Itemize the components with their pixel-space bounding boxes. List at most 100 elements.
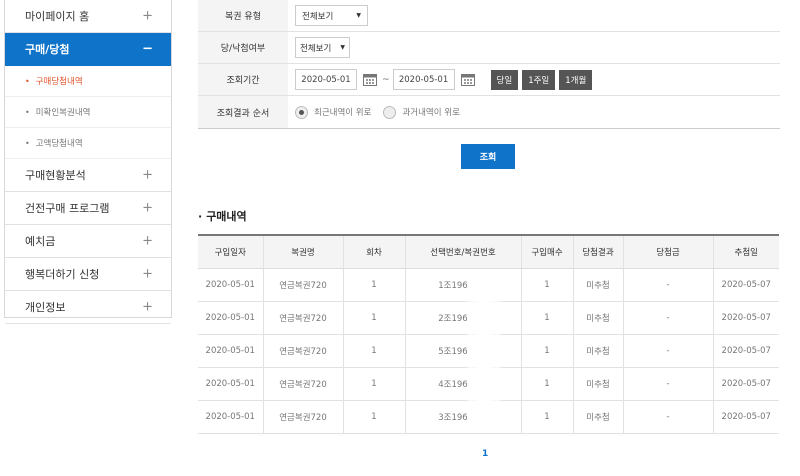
ticket-number: 2조196 <box>438 313 468 324</box>
caret-down-icon: ▼ <box>356 12 361 19</box>
start-date-input[interactable]: 2020-05-01 <box>295 69 357 90</box>
lottery-type-value: 전체보기 <box>302 11 334 22</box>
table-cell: 5조196 <box>404 334 521 368</box>
table-cell: 3조196 <box>404 400 521 434</box>
table-cell: 2020-05-07 <box>712 301 779 335</box>
section-title: · 구매내역 <box>198 208 247 224</box>
pagination-page-1[interactable]: 1 <box>482 449 488 459</box>
table-header: 선택번호/복권번호 <box>404 235 521 269</box>
search-filter-form: 복권 유형 전체보기 ▼ 당/낙첨여부 전체보기 ▼ 조회기간 2020-05-… <box>198 0 780 129</box>
table-cell: 미추첨 <box>572 268 623 302</box>
sidebar-item-happiness-plus[interactable]: 행복더하기 신청 + <box>5 258 171 291</box>
table-cell: 연금복권720 <box>262 268 343 302</box>
filter-row-lottery-type: 복권 유형 전체보기 ▼ <box>198 0 780 32</box>
order-recent-radio[interactable]: 최근내역이 위로 <box>295 105 372 119</box>
order-recent-label: 최근내역이 위로 <box>314 108 372 118</box>
table-cell: 4조196 <box>404 367 521 401</box>
table-cell: 연금복권720 <box>262 301 343 335</box>
minus-icon: − <box>142 41 153 57</box>
sidebar-item-personal-info[interactable]: 개인정보 + <box>5 291 171 324</box>
table-cell: 미추첨 <box>572 334 623 368</box>
order-past-radio[interactable]: 과거내역이 위로 <box>383 105 460 119</box>
table-cell: 2020-05-07 <box>712 367 779 401</box>
ticket-number: 4조196 <box>438 379 468 390</box>
sidebar-item-mypage-home[interactable]: 마이페이지 홈 + <box>5 0 171 33</box>
plus-icon: + <box>142 233 153 249</box>
table-cell: 1 <box>342 301 405 335</box>
table-cell: 2020-05-07 <box>712 400 779 434</box>
table-header: 회차 <box>342 235 405 269</box>
table-cell: 1 <box>520 400 573 434</box>
table-cell: 2020-05-01 <box>198 334 263 368</box>
redaction-mask <box>467 270 501 432</box>
table-cell: 1 <box>342 367 405 401</box>
bullet-icon: • <box>25 107 30 117</box>
calendar-icon[interactable] <box>459 71 477 89</box>
sidebar-item-label: 건전구매 프로그램 <box>25 202 110 215</box>
table-cell: 연금복권720 <box>262 334 343 368</box>
sidebar-subitem-purchase-history[interactable]: • 구매당첨내역 <box>5 66 171 97</box>
table-cell: 2020-05-07 <box>712 334 779 368</box>
table-cell: 2조196 <box>404 301 521 335</box>
sidebar-item-purchase-win[interactable]: 구매/당첨 − <box>5 33 171 66</box>
table-cell: 1 <box>520 268 573 302</box>
table-cell: 연금복권720 <box>262 400 343 434</box>
table-cell: 미추첨 <box>572 367 623 401</box>
sidebar-subitem-label: 구매당첨내역 <box>35 77 83 87</box>
lottery-type-label: 복권 유형 <box>198 0 288 31</box>
filter-row-order: 조회결과 순서 최근내역이 위로 과거내역이 위로 <box>198 96 780 128</box>
table-cell: 2020-05-01 <box>198 400 263 434</box>
bullet-icon: • <box>25 76 30 86</box>
table-cell: 1 <box>342 268 405 302</box>
table-cell: - <box>622 367 713 401</box>
table-cell: 연금복권720 <box>262 367 343 401</box>
table-cell: 미추첨 <box>572 301 623 335</box>
sidebar-item-purchase-analysis[interactable]: 구매현황분석 + <box>5 159 171 192</box>
sidebar-item-label: 마이페이지 홈 <box>25 10 90 23</box>
table-header: 당첨결과 <box>572 235 623 269</box>
table-header: 복권명 <box>262 235 343 269</box>
radio-unchecked-icon <box>383 105 397 119</box>
table-cell: 1 <box>520 301 573 335</box>
plus-icon: + <box>142 200 153 216</box>
calendar-icon[interactable] <box>361 71 379 89</box>
table-cell: 2020-05-07 <box>712 268 779 302</box>
sidebar-item-label: 개인정보 <box>25 301 66 314</box>
table-cell: 2020-05-01 <box>198 367 263 401</box>
sidebar-item-label: 구매/당첨 <box>25 43 70 56</box>
search-button[interactable]: 조회 <box>461 144 515 169</box>
table-cell: 1 <box>342 334 405 368</box>
table-cell: 1조196 <box>404 268 521 302</box>
filter-row-period: 조회기간 2020-05-01 ~ 2020-05-01 당일 1주일 1개월 <box>198 64 780 96</box>
table-cell: 2020-05-01 <box>198 268 263 302</box>
period-1month-button[interactable]: 1개월 <box>559 69 593 90</box>
plus-icon: + <box>142 8 153 24</box>
lottery-type-select[interactable]: 전체보기 ▼ <box>295 5 368 26</box>
table-cell: - <box>622 268 713 302</box>
win-status-select[interactable]: 전체보기 ▼ <box>295 37 350 58</box>
bullet-icon: · <box>198 210 203 223</box>
period-today-button[interactable]: 당일 <box>490 69 519 90</box>
ticket-number: 1조196 <box>438 280 468 291</box>
table-header: 구입매수 <box>520 235 573 269</box>
table-header-row: 구입일자 복권명 회차 선택번호/복권번호 구입매수 당첨결과 당첨금 추첨일 <box>198 235 779 269</box>
win-status-label: 당/낙첨여부 <box>198 32 288 63</box>
table-cell: 1 <box>520 367 573 401</box>
section-title-text: 구매내역 <box>206 210 247 223</box>
sidebar-item-healthy-purchase[interactable]: 건전구매 프로그램 + <box>5 192 171 225</box>
table-cell: 미추첨 <box>572 400 623 434</box>
period-1week-button[interactable]: 1주일 <box>522 69 556 90</box>
table-cell: 1 <box>520 334 573 368</box>
end-date-input[interactable]: 2020-05-01 <box>392 69 455 90</box>
sidebar-subitem-unchecked-lottery[interactable]: • 미확인복권내역 <box>5 97 171 128</box>
sidebar-subitem-high-win[interactable]: • 고액당첨내역 <box>5 128 171 159</box>
sidebar-subitem-label: 고액당첨내역 <box>35 139 83 149</box>
order-past-label: 과거내역이 위로 <box>402 108 460 118</box>
plus-icon: + <box>142 266 153 282</box>
sidebar-item-deposit[interactable]: 예치금 + <box>5 225 171 258</box>
sidebar-item-label: 예치금 <box>25 235 56 248</box>
table-cell: 1 <box>342 400 405 434</box>
ticket-number: 5조196 <box>438 346 468 357</box>
table-cell: - <box>622 334 713 368</box>
bullet-icon: • <box>25 138 30 148</box>
